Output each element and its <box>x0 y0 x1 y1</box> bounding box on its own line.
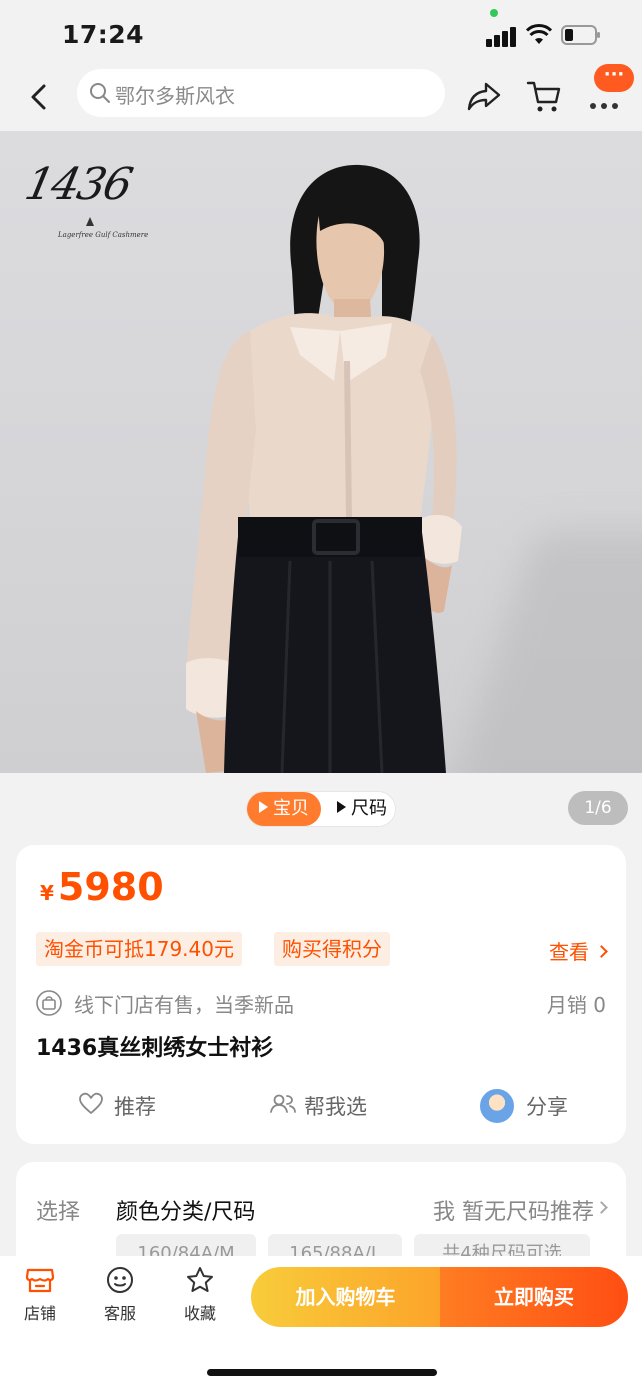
store-availability-row: 线下门店有售，当季新品 月销 0 <box>36 988 606 1018</box>
model-photo <box>186 164 462 773</box>
heart-icon <box>79 1092 103 1114</box>
status-time: 17:24 <box>62 20 145 49</box>
tab-product-label: 宝贝 <box>273 798 309 819</box>
favorite-button[interactable]: 收藏 <box>170 1266 230 1324</box>
star-icon <box>187 1267 213 1292</box>
more-menu-icon[interactable]: ··· <box>584 64 636 114</box>
status-bar: 17:24 <box>0 0 642 64</box>
coin-discount-tag[interactable]: 淘金币可抵179.40元 <box>36 932 242 966</box>
help-choose-label: 帮我选 <box>304 1095 367 1119</box>
chevron-right-icon <box>595 945 608 958</box>
buy-now-button[interactable]: 立即购买 <box>440 1267 628 1327</box>
back-icon[interactable] <box>24 80 54 114</box>
service-label: 客服 <box>103 1304 136 1323</box>
store-button[interactable]: 店铺 <box>10 1266 70 1324</box>
price-value: 5980 <box>57 865 164 909</box>
people-icon <box>270 1094 296 1113</box>
more-dots-icon <box>590 94 623 113</box>
select-label: 选择 <box>36 1200 81 1225</box>
friend-avatar <box>478 1087 516 1125</box>
favorite-label: 收藏 <box>183 1304 216 1323</box>
play-icon <box>259 801 268 813</box>
view-label: 查看 <box>549 940 589 964</box>
home-indicator[interactable] <box>207 1369 437 1376</box>
play-icon <box>337 801 346 813</box>
product-actions-row: 推荐 帮我选 分享 <box>16 1085 626 1125</box>
tab-product-video[interactable]: 宝贝 <box>247 792 321 826</box>
share-icon[interactable] <box>466 80 502 112</box>
currency-symbol: ¥ <box>40 881 54 905</box>
navigation-bar: 鄂尔多斯风衣 ··· <box>0 64 642 130</box>
tab-size-label: 尺码 <box>351 798 387 819</box>
product-title: 1436真丝刺绣女士衬衫 <box>36 1036 274 1061</box>
monthly-sales: 月销 0 <box>546 993 606 1017</box>
purchase-buttons: 加入购物车 立即购买 <box>251 1267 628 1327</box>
product-image-carousel[interactable]: 1436 Lagerfree Gulf Cashmere <box>0 131 642 773</box>
price: ¥5980 <box>40 865 164 909</box>
share-label: 分享 <box>526 1095 568 1119</box>
product-info-card: ¥5980 淘金币可抵179.40元 购买得积分 查看 线下门店有售，当季新品 … <box>16 845 626 1144</box>
store-icon <box>25 1268 55 1293</box>
select-value: 颜色分类/尺码 <box>116 1200 256 1225</box>
search-bar[interactable]: 鄂尔多斯风衣 <box>77 69 445 117</box>
add-to-cart-button[interactable]: 加入购物车 <box>251 1267 440 1327</box>
tab-size-chart[interactable]: 尺码 <box>331 792 393 826</box>
points-tag[interactable]: 购买得积分 <box>274 932 390 966</box>
media-switcher: 宝贝 尺码 <box>246 791 396 827</box>
store-label: 店铺 <box>23 1304 56 1323</box>
search-icon <box>90 83 110 103</box>
chevron-right-icon <box>595 1201 608 1214</box>
image-page-counter: 1/6 <box>568 791 628 825</box>
customer-service-button[interactable]: 客服 <box>90 1266 150 1324</box>
size-recommendation[interactable]: 我 暂无尺码推荐 <box>433 1194 594 1226</box>
wifi-icon <box>526 24 552 44</box>
camera-indicator-dot <box>490 9 498 17</box>
battery-icon <box>561 25 600 45</box>
shopping-bag-icon <box>36 990 62 1016</box>
cellular-signal-icon <box>486 25 518 47</box>
message-badge: ··· <box>594 64 634 92</box>
view-promotions-link[interactable]: 查看 <box>549 936 608 965</box>
search-placeholder: 鄂尔多斯风衣 <box>115 84 235 108</box>
customer-service-icon <box>107 1267 133 1293</box>
recommend-label: 推荐 <box>114 1095 156 1119</box>
store-availability-text: 线下门店有售，当季新品 <box>74 993 294 1017</box>
cart-icon[interactable] <box>526 78 562 114</box>
